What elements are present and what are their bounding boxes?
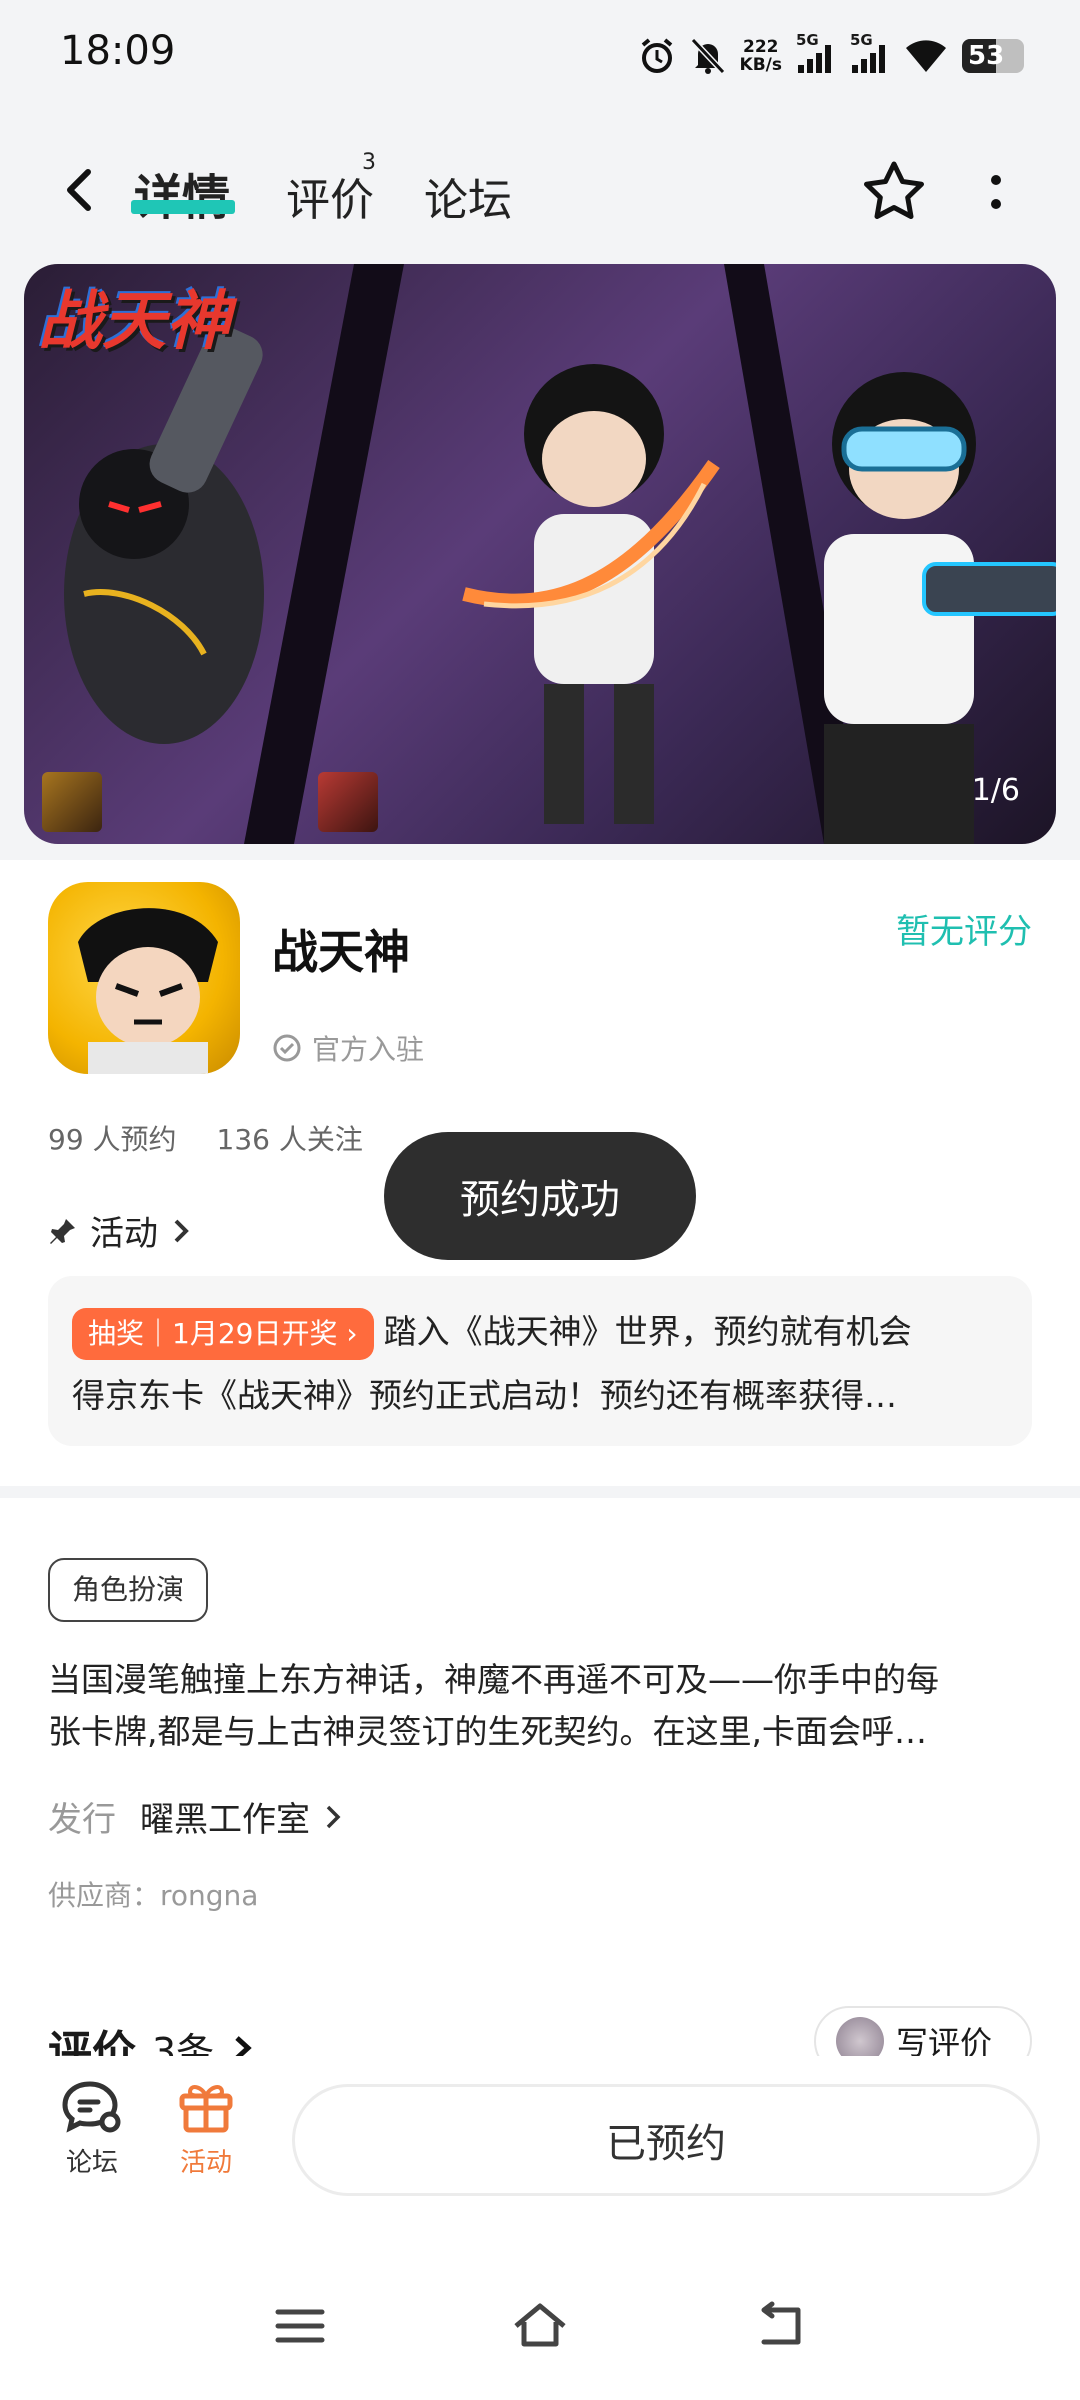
more-button[interactable] (976, 168, 1016, 216)
chevron-right-icon (326, 1805, 341, 1828)
supplier-info: 供应商：rongna (48, 1879, 259, 1912)
wifi-icon (904, 38, 948, 74)
promo-text-line2: 得京东卡《战天神》预约正式启动！预约还有概率获得… (72, 1376, 897, 1415)
back-arrow-icon (67, 169, 91, 211)
game-description[interactable]: 当国漫笔触撞上东方神话，神魔不再遥不可及——你手中的每 张卡牌,都是与上古神灵签… (48, 1654, 1038, 1758)
signal-5g-icon-2: 5G (850, 31, 890, 75)
reserved-button[interactable]: 已预约 (292, 2084, 1040, 2196)
home-icon (514, 2303, 566, 2347)
reservation-count: 99 人预约 (48, 1123, 177, 1156)
gift-icon (179, 2085, 233, 2133)
active-tab-indicator (131, 200, 235, 214)
publisher-name: 曜黑工作室 (140, 1800, 310, 1840)
banner-skill-icon-1 (42, 772, 102, 832)
banner-page-counter: 1/6 (971, 773, 1020, 808)
bottom-action-bar: 论坛 活动 已预约 (0, 2056, 1080, 2216)
activity-shortcut-label: 活动 (179, 2148, 232, 2178)
chevron-right-icon (174, 1219, 189, 1242)
mute-bell-icon (690, 37, 726, 75)
activity-label: 活动 (90, 1214, 158, 1254)
favorite-button[interactable] (858, 156, 930, 228)
top-nav: 详情 评价 论坛 (0, 112, 1080, 262)
genre-tag[interactable]: 角色扮演 (48, 1558, 209, 1622)
more-vertical-icon (991, 175, 1001, 209)
forum-shortcut-label: 论坛 (65, 2148, 118, 2178)
network-speed: 222 KB/s (739, 37, 782, 75)
description-line-1: 当国漫笔触撞上东方神话，神魔不再遥不可及——你手中的每 (48, 1660, 939, 1699)
activity-shortcut[interactable]: 活动 (156, 2078, 256, 2179)
star-icon (864, 161, 924, 219)
tab-details[interactable]: 详情 (134, 158, 230, 228)
publisher-label: 发行 (48, 1800, 116, 1840)
lottery-tag: 抽奖｜1月29日开奖 › (72, 1307, 374, 1360)
system-navigation-bar (0, 2216, 1080, 2400)
publisher-row[interactable]: 发行 曜黑工作室 (48, 1792, 344, 1841)
banner-skill-icon-2 (318, 772, 378, 832)
official-label: 官方入驻 (312, 1033, 425, 1066)
check-circle-icon (273, 1034, 301, 1062)
status-bar: 18:09 222 KB/s 5G 5G 53 (0, 0, 1080, 112)
promo-card[interactable]: 抽奖｜1月29日开奖 › 踏入《战天神》世界，预约就有机会 得京东卡《战天神》预约… (48, 1276, 1032, 1446)
alarm-icon (638, 37, 676, 75)
app-name: 战天神 (272, 925, 410, 979)
banner-game-logo: 战天神 (38, 285, 230, 359)
reviews-count-badge: 3 (362, 150, 376, 175)
status-icons: 222 KB/s 5G 5G 53 (638, 30, 1024, 82)
pin-icon (50, 1218, 75, 1244)
back-button[interactable] (50, 160, 110, 220)
home-button[interactable] (510, 2296, 570, 2356)
description-line-2: 张卡牌,都是与上古神灵签订的生死契约。在这里,卡面会呼… (48, 1712, 927, 1751)
status-time: 18:09 (60, 28, 176, 74)
official-badge: 官方入驻 (272, 1028, 424, 1068)
app-stats: 99 人预约 136 人关注 (48, 1118, 363, 1158)
menu-icon (275, 2309, 325, 2343)
tab-forum[interactable]: 论坛 (424, 164, 512, 228)
battery-icon: 53 (962, 39, 1024, 73)
activity-link[interactable]: 活动 (48, 1206, 192, 1255)
chat-bubble-icon (62, 2081, 121, 2133)
app-icon (48, 882, 240, 1074)
back-return-icon (761, 2301, 801, 2345)
forum-shortcut[interactable]: 论坛 (42, 2078, 142, 2179)
section-divider (0, 1486, 1080, 1498)
promo-text-line1: 踏入《战天神》世界，预约就有机会 (383, 1312, 912, 1351)
reservation-success-toast: 预约成功 (384, 1132, 696, 1260)
signal-5g-icon: 5G (796, 31, 836, 75)
tab-reviews[interactable]: 评价 (286, 164, 374, 228)
follower-count: 136 人关注 (216, 1123, 363, 1156)
recent-apps-button[interactable] (270, 2296, 330, 2356)
banner-carousel[interactable]: 战天神 1/6 (24, 264, 1056, 844)
back-system-button[interactable] (750, 2296, 810, 2356)
rating-status: 暂无评分 (896, 912, 1032, 952)
